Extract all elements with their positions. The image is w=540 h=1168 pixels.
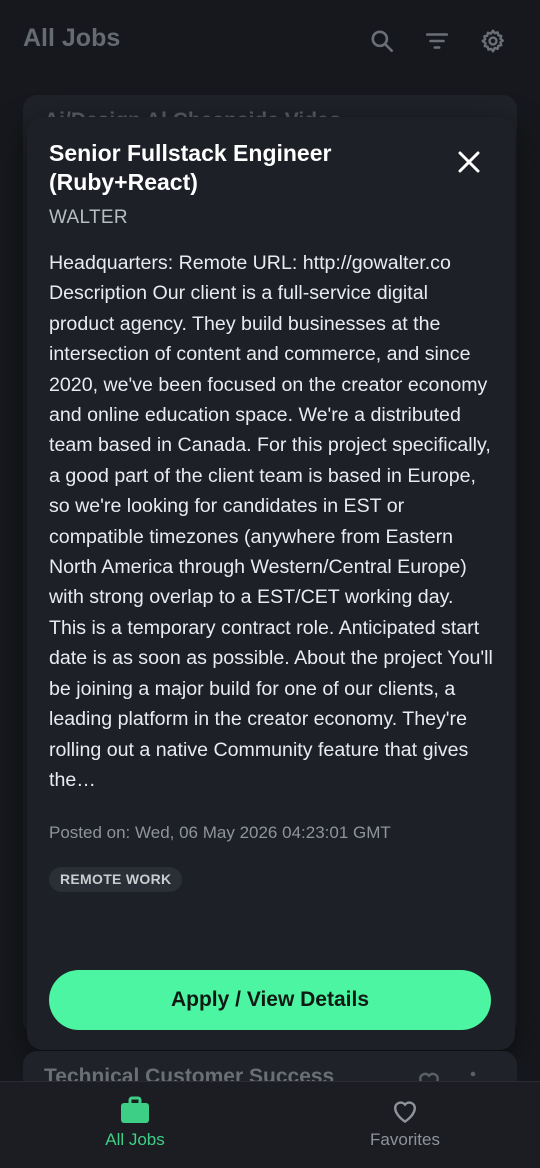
job-description: Headquarters: Remote URL: http://gowalte… bbox=[49, 252, 493, 791]
job-detail-dialog: Senior Fullstack Engineer (Ruby+React) W… bbox=[27, 117, 515, 1050]
apply-view-details-button[interactable]: Apply / View Details bbox=[49, 970, 491, 1030]
briefcase-icon bbox=[120, 1095, 150, 1125]
filter-button[interactable] bbox=[422, 26, 452, 56]
remote-work-tag: REMOTE WORK bbox=[49, 867, 183, 892]
gear-icon bbox=[481, 29, 505, 53]
heart-icon bbox=[390, 1095, 420, 1125]
nav-favorites[interactable]: Favorites bbox=[270, 1082, 540, 1168]
bottom-navigation: All Jobs Favorites bbox=[0, 1081, 540, 1168]
settings-button[interactable] bbox=[478, 26, 508, 56]
close-icon bbox=[458, 151, 480, 173]
nav-all-jobs[interactable]: All Jobs bbox=[0, 1082, 270, 1168]
nav-label: All Jobs bbox=[105, 1130, 165, 1149]
search-button[interactable] bbox=[367, 26, 397, 56]
nav-label: Favorites bbox=[370, 1130, 440, 1149]
search-icon bbox=[371, 30, 394, 53]
company-name: WALTER bbox=[49, 207, 128, 228]
posted-date: Posted on: Wed, 06 May 2026 04:23:01 GMT bbox=[49, 823, 391, 842]
close-button[interactable] bbox=[452, 145, 486, 179]
page-title: All Jobs bbox=[23, 24, 121, 52]
job-title: Senior Fullstack Engineer (Ruby+React) bbox=[49, 140, 332, 195]
top-app-bar: All Jobs bbox=[0, 0, 540, 82]
filter-icon bbox=[425, 33, 449, 49]
